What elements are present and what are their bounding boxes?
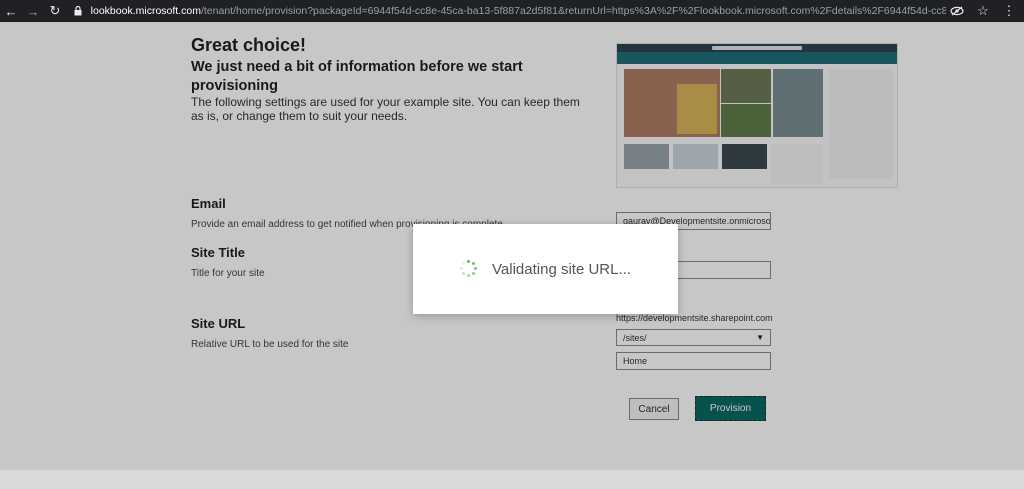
reload-icon[interactable]: ↻ [44,0,66,22]
loading-spinner-icon [460,260,478,278]
page-footer [0,470,1024,489]
star-icon[interactable]: ☆ [972,0,994,22]
validating-message: Validating site URL... [492,260,631,278]
validating-dialog: Validating site URL... [413,224,678,314]
url-host: lookbook.microsoft.com [90,5,201,17]
menu-dots-icon[interactable]: ⋮ [998,0,1020,22]
eye-off-icon[interactable] [946,0,968,22]
url-path: /tenant/home/provision?packageId=6944f54… [200,5,946,17]
address-bar[interactable]: lookbook.microsoft.com /tenant/home/prov… [66,0,946,22]
back-arrow-icon[interactable]: ← [0,0,22,22]
browser-toolbar: ← → ↻ lookbook.microsoft.com /tenant/hom… [0,0,1024,22]
lock-icon [72,6,85,16]
forward-arrow-icon[interactable]: → [22,0,44,22]
